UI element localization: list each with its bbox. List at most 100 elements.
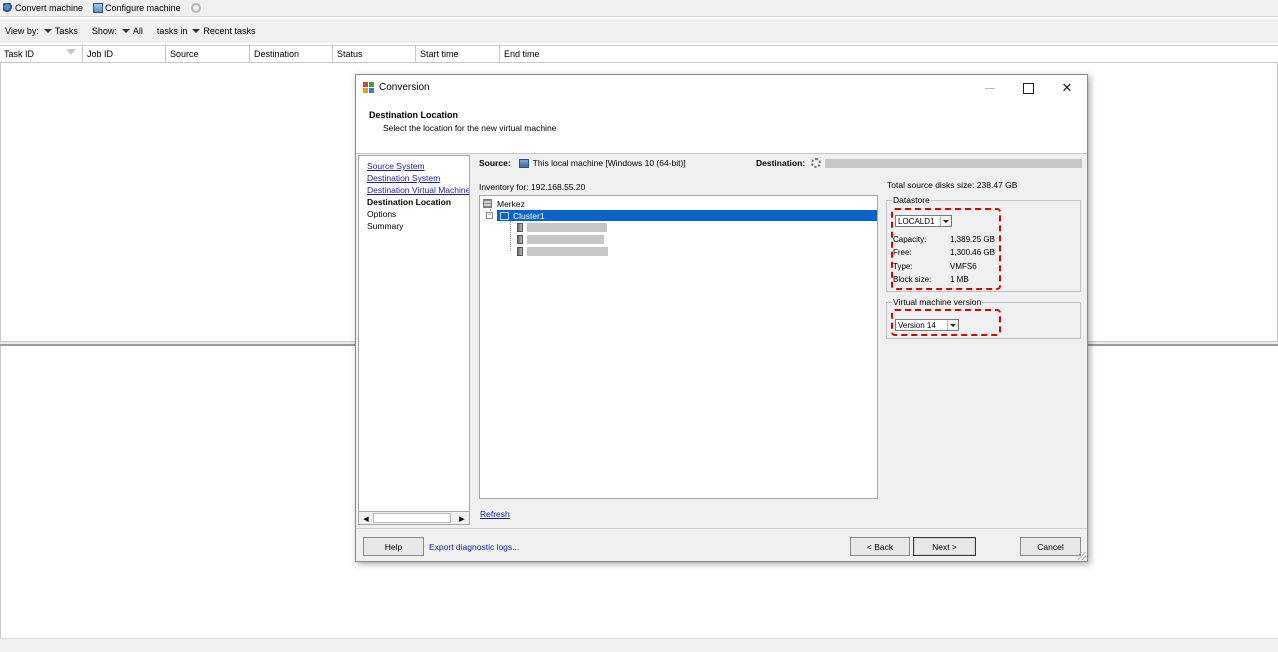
column-header-job-id[interactable]: Job ID xyxy=(83,46,166,62)
view-by-dropdown[interactable]: Tasks xyxy=(55,26,78,36)
view-by-label: View by: xyxy=(5,26,39,36)
dialog-titlebar[interactable]: Conversion ✕ xyxy=(356,75,1087,101)
convert-machine-label: Convert machine xyxy=(15,3,84,13)
chevron-down-icon[interactable] xyxy=(121,29,130,33)
scroll-right-icon[interactable]: ▶ xyxy=(456,513,468,524)
chevron-down-icon[interactable] xyxy=(43,29,52,33)
column-header-source[interactable]: Source xyxy=(166,46,250,62)
column-header-end-time[interactable]: End time xyxy=(500,46,1278,62)
convert-machine-icon xyxy=(3,3,13,13)
maximize-button[interactable] xyxy=(1009,75,1047,101)
close-icon: ✕ xyxy=(1061,80,1073,95)
chevron-down-icon[interactable] xyxy=(192,29,201,33)
column-header-destination[interactable]: Destination xyxy=(250,46,333,62)
destination-summary: Destination: xyxy=(756,158,1083,168)
nav-options: Options xyxy=(367,209,397,219)
cancel-button[interactable]: Cancel xyxy=(1020,537,1081,556)
wizard-nav: Source System Destination System Destina… xyxy=(358,155,470,525)
tasks-in-filter: tasks in Recent tasks xyxy=(157,26,256,36)
column-label: Start time xyxy=(420,49,459,59)
column-label: Status xyxy=(337,49,363,59)
host-icon xyxy=(517,223,523,232)
tree-item-selected[interactable]: Cluster1 xyxy=(497,210,877,221)
column-header-task-id[interactable]: Task ID xyxy=(0,46,83,62)
host-name-redacted xyxy=(527,223,607,232)
help-button[interactable]: Help xyxy=(363,537,424,556)
show-label: Show: xyxy=(91,26,117,36)
vm-version-group-title: Virtual machine version xyxy=(892,297,983,307)
scroll-thumb[interactable] xyxy=(373,513,451,523)
status-bar xyxy=(0,638,1278,652)
refresh-link[interactable]: Refresh xyxy=(480,509,510,519)
convert-machine-button[interactable]: Convert machine xyxy=(3,3,83,13)
page-subtitle: Select the location for the new virtual … xyxy=(383,123,557,133)
tree-item-host[interactable] xyxy=(517,222,607,233)
host-icon xyxy=(517,247,523,256)
inventory-tree[interactable]: Merkez − Cluster1 xyxy=(479,195,878,499)
nav-destination-virtual-machine[interactable]: Destination Virtual Machine xyxy=(367,185,469,195)
total-disk-value: 238.47 GB xyxy=(976,180,1018,190)
tasks-in-label: tasks in xyxy=(156,26,188,36)
tasks-in-dropdown[interactable]: Recent tasks xyxy=(203,26,255,36)
resize-grip[interactable] xyxy=(1078,552,1086,560)
host-name-redacted xyxy=(527,247,608,256)
host-name-redacted xyxy=(527,235,604,244)
tree-item-host[interactable] xyxy=(517,246,608,257)
column-label: Job ID xyxy=(87,49,114,59)
destination-label: Destination: xyxy=(756,158,806,168)
computer-icon xyxy=(518,158,529,168)
datacenter-icon xyxy=(483,199,492,208)
dialog-title: Conversion xyxy=(379,82,430,93)
scroll-left-icon[interactable]: ◀ xyxy=(360,513,372,524)
source-summary: Source: This local machine [Windows 10 (… xyxy=(479,158,686,168)
dialog-header: Destination Location Select the location… xyxy=(356,101,1087,154)
minimize-button[interactable] xyxy=(971,75,1009,101)
gear-icon xyxy=(811,158,822,168)
collapse-icon[interactable]: − xyxy=(486,212,493,219)
next-button[interactable]: Next > xyxy=(913,537,976,556)
column-header-start-time[interactable]: Start time xyxy=(416,46,500,62)
column-label: Task ID xyxy=(4,49,35,59)
configure-machine-label: Configure machine xyxy=(105,3,181,13)
task-table-header: Task ID Job ID Source Destination Status… xyxy=(0,45,1278,63)
main-toolbar: Convert machine Configure machine xyxy=(0,0,1278,17)
nav-destination-location: Destination Location xyxy=(367,197,452,207)
footer-divider xyxy=(356,528,1087,529)
close-button[interactable]: ✕ xyxy=(1048,75,1086,101)
host-icon xyxy=(517,235,523,244)
column-label: Destination xyxy=(254,49,300,59)
nav-destination-system[interactable]: Destination System xyxy=(367,173,440,183)
nav-summary: Summary xyxy=(367,221,404,231)
datastore-group-title: Datastore xyxy=(892,195,931,205)
back-button[interactable]: < Back xyxy=(850,537,910,556)
export-diagnostic-logs-link[interactable]: Export diagnostic logs... xyxy=(429,542,519,552)
tree-item-datacenter[interactable]: Merkez xyxy=(483,198,525,209)
sort-icon xyxy=(66,49,76,55)
source-label: Source: xyxy=(479,158,511,168)
tree-item-host[interactable] xyxy=(517,234,604,245)
view-bar: View by: Tasks Show: All tasks in Recent… xyxy=(0,19,1278,43)
datacenter-label: Merkez xyxy=(497,198,525,209)
cluster-label: Cluster1 xyxy=(513,210,545,221)
conversion-dialog: Conversion ✕ Destination Location Select… xyxy=(355,74,1088,562)
show-filter: Show: All xyxy=(92,26,143,36)
page-title: Destination Location xyxy=(369,110,459,120)
refresh-icon xyxy=(190,3,201,13)
nav-horizontal-scrollbar[interactable]: ◀ ▶ xyxy=(358,511,470,525)
source-value: This local machine [Windows 10 (64-bit)] xyxy=(532,158,686,168)
configure-machine-button[interactable]: Configure machine xyxy=(93,3,181,13)
highlight-vm-version xyxy=(891,309,1001,336)
column-label: End time xyxy=(504,49,540,59)
column-label: Source xyxy=(170,49,199,59)
tree-item-cluster[interactable]: − Cluster1 xyxy=(486,210,877,221)
configure-machine-icon xyxy=(93,3,104,13)
inventory-label: Inventory for: 192.168.55.20 xyxy=(479,182,585,192)
inventory-label-text: Inventory for: xyxy=(479,182,529,192)
column-header-status[interactable]: Status xyxy=(333,46,416,62)
total-source-disk-size: Total source disks size: 238.47 GB xyxy=(887,180,1017,190)
show-dropdown[interactable]: All xyxy=(133,26,143,36)
nav-source-system[interactable]: Source System xyxy=(367,161,425,171)
refresh-button[interactable] xyxy=(190,3,201,13)
destination-value-redacted xyxy=(825,158,1083,168)
inventory-host: 192.168.55.20 xyxy=(530,182,586,192)
